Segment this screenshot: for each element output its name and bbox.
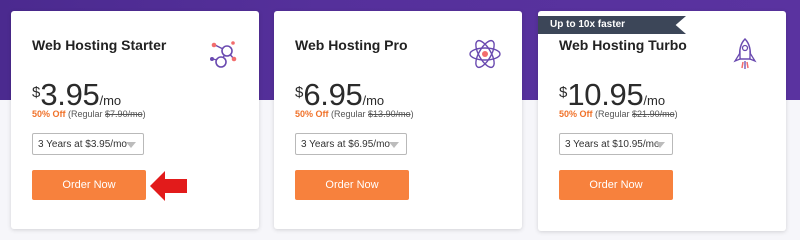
plan-title: Web Hosting Pro [295,37,408,53]
plan-title: Web Hosting Starter [32,37,167,53]
plan-card-starter: Web Hosting Starter $3.95/mo 50% Off (Re… [11,11,259,229]
chevron-down-icon [655,142,665,148]
ribbon-label: Up to 10x faster [550,19,626,30]
term-select[interactable]: 3 Years at $3.95/mo [32,133,144,155]
plan-card-turbo: Web Hosting Turbo $10.95/mo 50% Off (Reg… [538,11,786,231]
network-icon [210,41,237,68]
order-now-button[interactable]: Order Now [559,170,673,200]
term-select[interactable]: 3 Years at $6.95/mo [295,133,407,155]
chevron-down-icon [126,142,136,148]
rocket-icon [733,37,757,69]
plan-card-pro: Web Hosting Pro $6.95/mo 50% Off (Regula… [274,11,522,229]
order-now-button[interactable]: Order Now [295,170,409,200]
pointer-arrow-icon [150,171,187,201]
atom-icon [469,39,501,69]
term-select[interactable]: 3 Years at $10.95/mo [559,133,673,155]
discount-text: 50% Off (Regular $21.90/mo) [559,109,678,119]
order-now-button[interactable]: Order Now [32,170,146,200]
discount-text: 50% Off (Regular $13.90/mo) [295,109,414,119]
chevron-down-icon [389,142,399,148]
discount-text: 50% Off (Regular $7.90/mo) [32,109,146,119]
plan-title: Web Hosting Turbo [559,37,687,53]
ribbon-badge: Up to 10x faster [538,16,686,34]
